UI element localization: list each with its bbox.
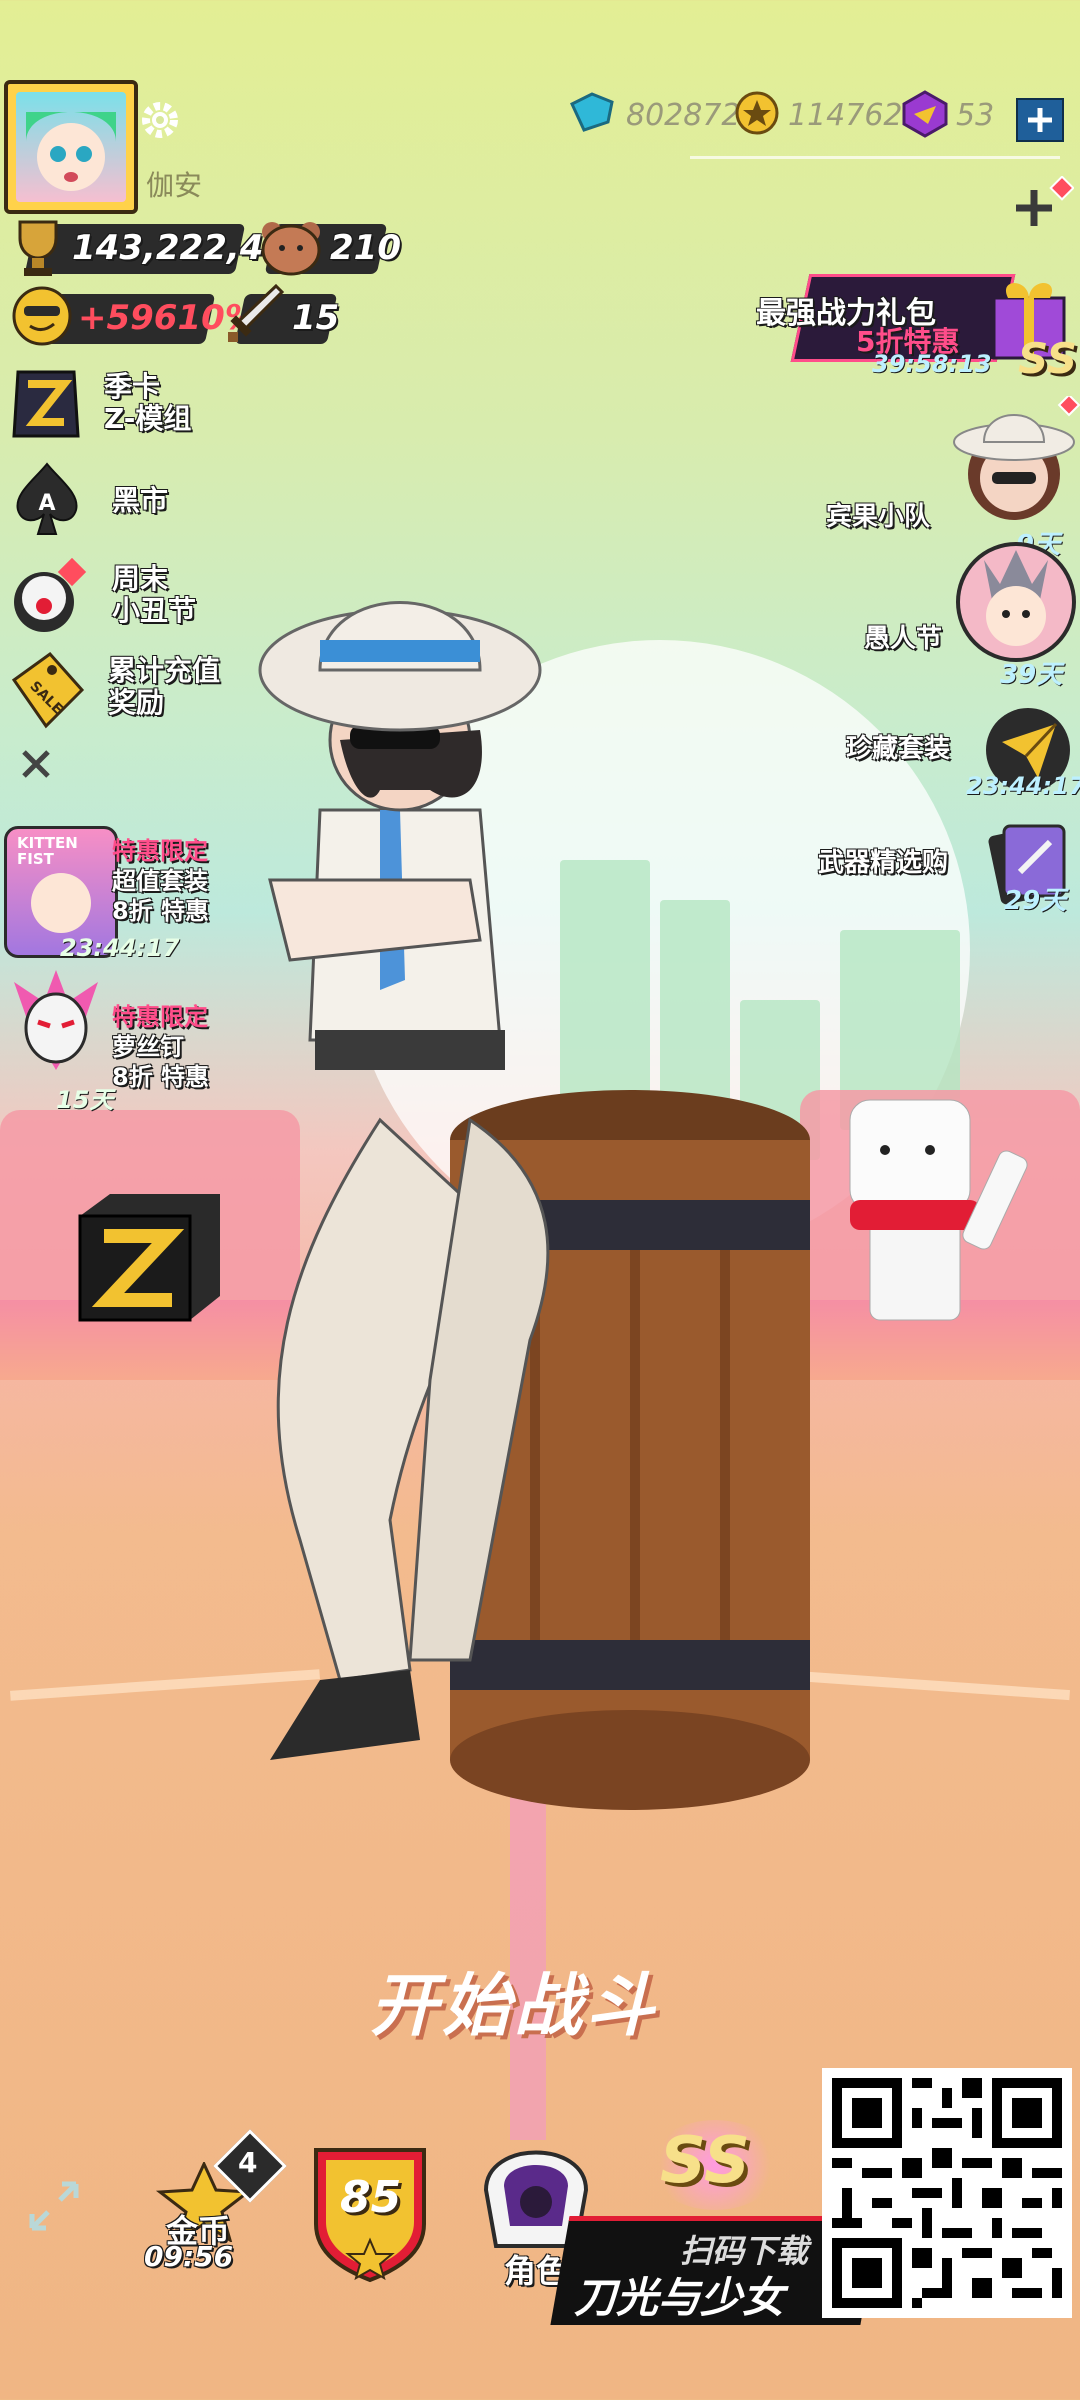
fullscreen-expand-icon[interactable]	[24, 2176, 84, 2236]
avatar-face-icon	[26, 112, 116, 191]
bingo-portrait-icon	[944, 393, 1080, 532]
april-fools-label: 愚人节	[864, 624, 943, 654]
season-card-label-2: Z-模组	[104, 402, 192, 435]
offer1-discount: 8折 特惠	[112, 897, 210, 925]
z-module-button[interactable]	[70, 1186, 226, 1326]
level-number: 85	[340, 2172, 402, 2223]
offer1-title: 超值套装	[112, 867, 208, 895]
avatar-portrait	[16, 92, 126, 202]
kitten-face-icon	[31, 873, 91, 933]
offer2-timer: 15天	[56, 1086, 114, 1114]
mascot-illustration	[849, 1099, 1028, 1321]
recharge-reward-button[interactable]: SALE 累计充值 奖励	[4, 648, 244, 734]
weekend-label-2: 小丑节	[112, 594, 197, 627]
offer2-tag: 特惠限定	[112, 1003, 208, 1031]
sword-count: 15	[292, 298, 340, 338]
currency-underline	[690, 156, 1060, 159]
z-badge-icon	[8, 366, 84, 442]
download-qr-code[interactable]	[822, 2068, 1072, 2318]
season-card-label-1: 季卡	[104, 370, 161, 403]
smiley-cool-icon	[10, 284, 74, 348]
player-avatar[interactable]	[4, 80, 138, 214]
offer1-tag: 特惠限定	[112, 837, 208, 865]
weekend-clown-button[interactable]: 周末 小丑节	[8, 556, 228, 640]
expand-plus-icon[interactable]	[1010, 175, 1075, 236]
clown-icon	[8, 557, 88, 638]
spade-icon: A	[10, 460, 84, 540]
level-badge-button[interactable]: 85	[310, 2144, 430, 2284]
collection-set-label: 珍藏套装	[846, 734, 951, 764]
gold-badge-count: 4	[238, 2146, 258, 2179]
download-game-title: 刀光与少女	[574, 2273, 785, 2322]
tickets-amount: 53	[956, 98, 995, 133]
gems-amount: 802872	[626, 98, 741, 133]
gift-ss-badge: SS	[1018, 334, 1078, 383]
rose-nail-offer-button[interactable]: 特惠限定 萝丝钉 8折 特惠 15天	[0, 960, 240, 1114]
offer2-title: 萝丝钉	[112, 1033, 184, 1061]
bingo-team-label: 宾果小队	[826, 502, 931, 532]
gold-shop-timer: 09:56	[144, 2240, 234, 2273]
settings-gear-icon[interactable]	[136, 96, 184, 144]
kitten-fist-offer-button[interactable]: KITTEN FIST 特惠限定 超值套装 8折 特惠 23:44:17	[0, 826, 240, 964]
collapse-menu-close-icon[interactable]	[16, 744, 56, 784]
recharge-label-1: 累计充值	[108, 654, 221, 687]
weapon-select-timer: 29天	[1004, 886, 1067, 916]
fools-portrait-icon	[944, 530, 1080, 666]
z-cube-icon	[78, 1194, 220, 1322]
power-gift-pack-button[interactable]: 最强战力礼包 5折特惠 39:58:13 SS	[756, 266, 1078, 383]
svg-text:A: A	[38, 491, 55, 516]
add-currency-plus-icon[interactable]	[1016, 98, 1064, 142]
qr-pattern-icon	[822, 2068, 1072, 2318]
gem-icon	[568, 92, 616, 132]
gift-pack-timer: 39:58:13	[872, 350, 992, 378]
offer1-timer: 23:44:17	[60, 934, 180, 962]
weapon-select-button[interactable]: 武器精选购 29天	[814, 812, 1080, 922]
gold-shop-button[interactable]: 4 金币 09:56	[144, 2129, 287, 2280]
character-illustration[interactable]	[230, 560, 850, 1850]
black-market-label: 黑市	[112, 484, 169, 517]
season-card-button[interactable]: 季卡 Z-模组	[8, 366, 228, 446]
collection-set-timer: 23:44:17	[966, 772, 1080, 800]
mask-portrait-icon	[4, 962, 108, 1074]
recharge-label-2: 奖励	[108, 686, 165, 719]
collection-set-button[interactable]: 珍藏套装 23:44:17	[840, 698, 1080, 806]
sword-icon	[224, 282, 286, 348]
bear-icon	[258, 216, 324, 278]
april-fools-button[interactable]: 愚人节 39天	[858, 530, 1080, 690]
offer2-discount: 8折 特惠	[112, 1063, 210, 1091]
sale-tag-icon: SALE	[4, 650, 86, 732]
bear-count: 210	[330, 228, 401, 268]
april-fools-timer: 39天	[1000, 660, 1063, 690]
ticket-icon	[900, 90, 950, 138]
trophy-icon	[12, 218, 64, 278]
ss-rank-label: SS	[660, 2124, 750, 2198]
ss-rank-button[interactable]: SS	[650, 2120, 780, 2210]
player-name: 伽安	[146, 169, 203, 202]
black-market-button[interactable]: A 黑市	[8, 460, 228, 540]
weapon-select-label: 武器精选购	[818, 848, 949, 878]
gold-coin-icon	[734, 90, 780, 136]
kitten-fist-logo: KITTEN FIST	[17, 834, 78, 868]
weekend-label-1: 周末	[112, 562, 169, 595]
start-battle-button[interactable]: 开始战斗	[370, 1950, 658, 2049]
